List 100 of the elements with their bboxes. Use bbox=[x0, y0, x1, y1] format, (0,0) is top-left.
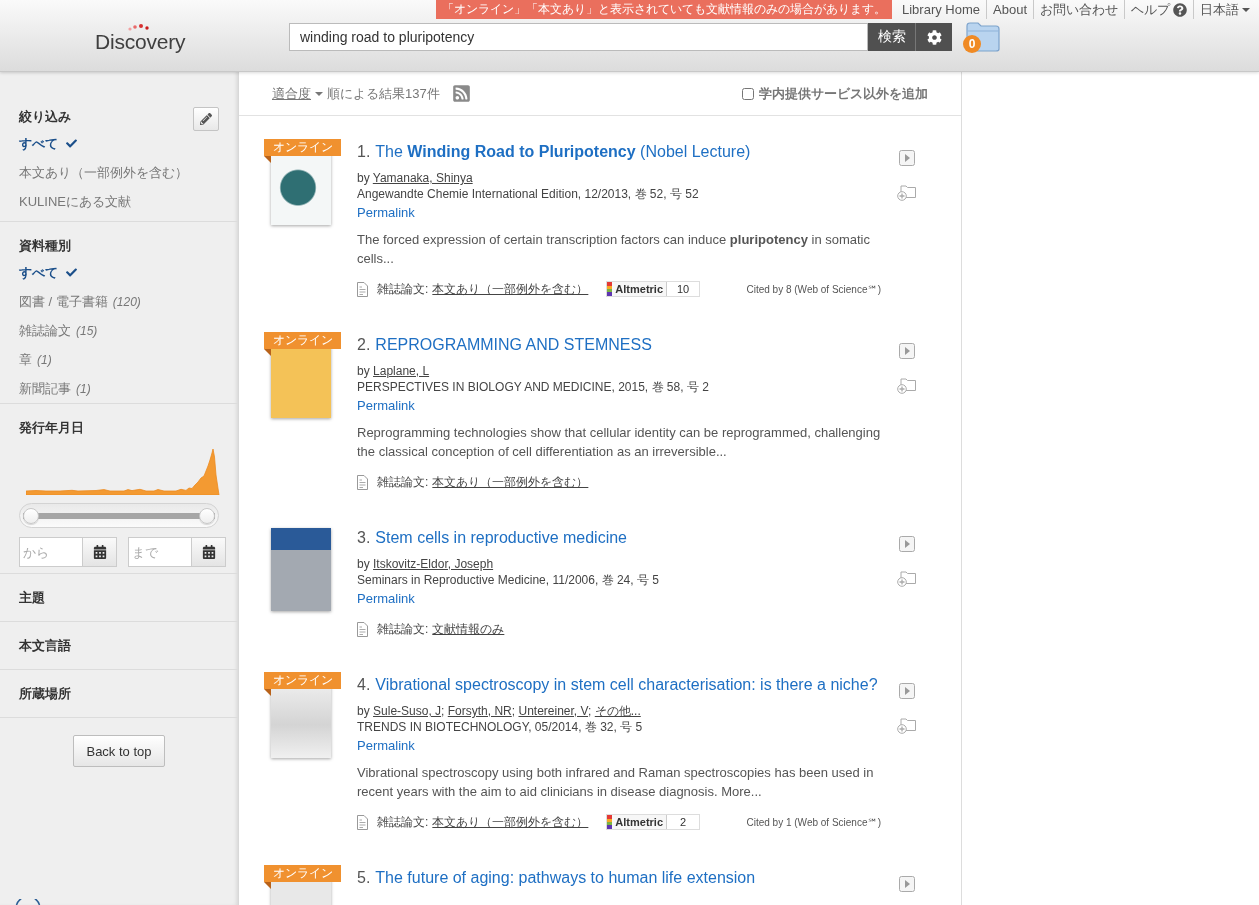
settings-icon bbox=[926, 29, 942, 45]
result-title-link[interactable]: REPROGRAMMING AND STEMNESS bbox=[375, 335, 652, 355]
facet-heading[interactable]: 主題 bbox=[19, 589, 45, 607]
altmetric-badge[interactable]: Altmetric 2 bbox=[606, 814, 701, 830]
online-badge: オンライン bbox=[264, 139, 341, 156]
facet-link[interactable]: 本文あり（一部例外を含む） bbox=[19, 158, 188, 187]
permalink-link[interactable]: Permalink bbox=[357, 397, 415, 415]
folder-plus-icon[interactable] bbox=[897, 377, 917, 394]
document-icon bbox=[357, 814, 368, 830]
source-text: Angewandte Chemie International Edition, 12/2013, 巻 52, 号 52 bbox=[357, 186, 699, 202]
settings-button[interactable] bbox=[915, 23, 952, 51]
ribbon-fold-icon bbox=[264, 349, 271, 356]
document-icon bbox=[357, 621, 368, 637]
author-link[interactable]: Forsyth, NR bbox=[447, 704, 512, 718]
header-link[interactable]: 日本語 bbox=[1193, 0, 1256, 19]
slider-track[interactable] bbox=[23, 507, 215, 524]
facet-heading[interactable]: 所蔵場所 bbox=[19, 685, 71, 703]
citation-count: Cited by 1 (Web of Science℠) bbox=[746, 816, 881, 828]
sort-dropdown[interactable]: 適合度 bbox=[272, 84, 323, 103]
play-square-icon[interactable] bbox=[899, 536, 915, 552]
facet-heading[interactable]: 本文言語 bbox=[19, 637, 71, 655]
help-icon bbox=[1173, 2, 1187, 17]
caret-icon bbox=[1242, 7, 1250, 12]
checkbox[interactable] bbox=[742, 87, 754, 100]
availability-link[interactable]: 本文あり（一部例外を含む） bbox=[432, 280, 589, 298]
result-number: 1. bbox=[357, 142, 371, 162]
source-text: Seminars in Reproductive Medicine, 11/2006, 巻 24, 号 5 bbox=[357, 572, 659, 588]
logo-text: Discovery bbox=[95, 31, 186, 53]
author-link[interactable]: Itskovitz-Eldor, Joseph bbox=[373, 557, 494, 571]
permalink-link[interactable]: Permalink bbox=[357, 737, 415, 755]
facet-link[interactable]: KULINEにある文献 bbox=[19, 187, 131, 216]
folder-plus-icon[interactable] bbox=[897, 570, 917, 587]
author-link[interactable]: Sule-Suso, J bbox=[373, 704, 442, 718]
ribbon-fold-icon bbox=[264, 156, 271, 163]
availability-link[interactable]: 本文あり（一部例外を含む） bbox=[432, 473, 589, 491]
format-label: 雑誌論文: bbox=[377, 813, 429, 831]
notice-banner: 「オンライン」「本文あり」と表示されていても文献情報のみの場合があります。 bbox=[436, 0, 892, 19]
online-badge: オンライン bbox=[264, 672, 341, 689]
ribbon-fold-icon bbox=[264, 882, 271, 889]
rss-icon[interactable] bbox=[451, 84, 471, 103]
color-strip-icon bbox=[607, 815, 613, 829]
availability-link[interactable]: 文献情報のみ bbox=[432, 620, 505, 638]
result-title-link[interactable]: The future of aging: pathways to human life extension bbox=[375, 868, 756, 888]
facet-link[interactable]: すべて bbox=[19, 258, 77, 287]
folder-plus-icon[interactable] bbox=[897, 184, 917, 201]
calendar-icon bbox=[92, 545, 107, 559]
facet-count: (1) bbox=[37, 352, 52, 367]
play-square-icon[interactable] bbox=[899, 150, 915, 166]
permalink-link[interactable]: Permalink bbox=[357, 590, 415, 608]
facet-link[interactable]: 章 (1) bbox=[19, 345, 52, 374]
play-square-icon[interactable] bbox=[899, 876, 915, 892]
author-link[interactable]: Laplane, L bbox=[373, 364, 430, 378]
format-label: 雑誌論文: bbox=[377, 620, 429, 638]
header-link[interactable]: About bbox=[986, 0, 1033, 19]
play-square-icon[interactable] bbox=[899, 343, 915, 359]
byline: by Sule-Suso, J; Forsyth, NR; Untereiner, V; その他... bbox=[357, 703, 641, 719]
header-link[interactable]: お問い合わせ bbox=[1033, 0, 1124, 19]
edit-button[interactable] bbox=[193, 107, 219, 131]
document-icon bbox=[357, 281, 368, 297]
permalink-link[interactable]: Permalink bbox=[357, 204, 415, 222]
header-link[interactable]: ヘルプ bbox=[1124, 0, 1193, 19]
byline: by Itskovitz-Eldor, Joseph bbox=[357, 556, 494, 572]
result-title-link[interactable]: Stem cells in reproductive medicine bbox=[375, 528, 627, 548]
search-button[interactable]: 検索 bbox=[868, 23, 915, 51]
pencil-icon bbox=[200, 113, 212, 125]
format-label: 雑誌論文: bbox=[377, 473, 429, 491]
folder-plus-icon[interactable] bbox=[897, 717, 917, 734]
slider-handle[interactable] bbox=[23, 507, 39, 524]
calendar-button[interactable] bbox=[83, 537, 117, 567]
search-field[interactable]: winding road to pluripotency bbox=[289, 23, 868, 51]
source-text: TRENDS IN BIOTECHNOLOGY, 05/2014, 巻 32, 号 5 bbox=[357, 719, 643, 735]
date-field[interactable]: から bbox=[19, 537, 83, 567]
author-link[interactable]: その他... bbox=[594, 704, 641, 718]
altmetric-badge[interactable]: Altmetric 10 bbox=[606, 281, 701, 297]
format-label: 雑誌論文: bbox=[377, 280, 429, 298]
result-title-link[interactable]: Vibrational spectroscopy in stem cell characterisation: is there a niche? bbox=[375, 675, 878, 695]
facet-link[interactable]: 新聞記事 (1) bbox=[19, 374, 91, 403]
facet-link[interactable]: 図書 / 電子書籍 (120) bbox=[19, 287, 141, 316]
availability-link[interactable]: 本文あり（一部例外を含む） bbox=[432, 813, 589, 831]
header-link[interactable]: Library Home bbox=[896, 0, 986, 19]
author-link[interactable]: Yamanaka, Shinya bbox=[372, 171, 473, 185]
online-badge: オンライン bbox=[264, 332, 341, 349]
folder-count-badge: 0 bbox=[963, 35, 981, 53]
altmetric-label: Altmetric bbox=[614, 815, 665, 829]
slider-handle[interactable] bbox=[199, 507, 215, 524]
play-square-icon[interactable] bbox=[899, 683, 915, 699]
calendar-icon bbox=[201, 545, 216, 559]
ribbon-fold-icon bbox=[264, 689, 271, 696]
facet-count: (1) bbox=[76, 381, 91, 396]
facet-link[interactable]: 雑誌論文 (15) bbox=[19, 316, 98, 345]
byline: by Laplane, L bbox=[357, 363, 430, 379]
facet-count: (15) bbox=[76, 323, 98, 338]
result-title-link[interactable]: The Winding Road to Pluripotency (Nobel Lecture) bbox=[375, 142, 751, 162]
back-to-top-button[interactable]: Back to top bbox=[73, 735, 165, 767]
facet-count: (120) bbox=[112, 294, 141, 309]
results-summary: 順による結果137件 bbox=[327, 84, 440, 103]
dots-icon bbox=[127, 24, 149, 31]
calendar-button[interactable] bbox=[192, 537, 226, 567]
facet-link[interactable]: すべて bbox=[19, 129, 77, 158]
date-field[interactable]: まで bbox=[128, 537, 192, 567]
